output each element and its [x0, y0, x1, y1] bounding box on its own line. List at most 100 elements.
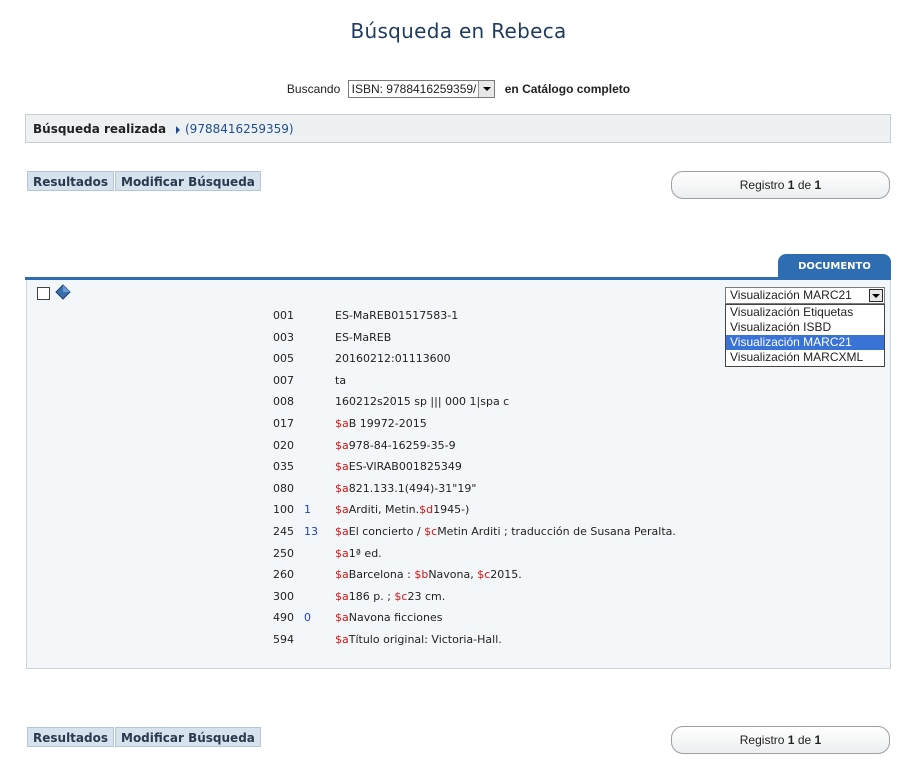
marc-subfield-value: 1ª ed.: [348, 547, 382, 560]
record-current: 1: [787, 733, 795, 747]
search-performed-bar: Búsqueda realizada (9788416259359): [25, 114, 891, 143]
marc-subfield-code: $c: [424, 525, 438, 538]
record-counter: Registro 1 de 1: [671, 171, 890, 199]
search-label: Buscando: [286, 82, 341, 96]
record-total: 1: [814, 733, 822, 747]
marc-field-content: $aES-VlRAB001825349: [335, 457, 462, 477]
view-option-etiquetas[interactable]: Visualización Etiquetas: [726, 305, 884, 320]
marc-field-content: $a186 p. ; $c23 cm.: [335, 587, 445, 607]
marc-subfield-code: $c: [394, 590, 408, 603]
results-button-bottom[interactable]: Resultados: [27, 727, 114, 747]
view-option-marcxml[interactable]: Visualización MARCXML: [726, 350, 884, 365]
marc-subfield-value: Barcelona :: [348, 568, 415, 581]
marc-tag: 008: [273, 395, 294, 408]
marc-subfield-value: ta: [335, 374, 347, 387]
search-performed-label: Búsqueda realizada: [33, 122, 167, 136]
record-of: de: [797, 178, 812, 192]
tab-documento[interactable]: DOCUMENTO: [778, 254, 891, 278]
record-total: 1: [814, 178, 822, 192]
marc-subfield-code: $d: [419, 503, 434, 516]
marc-subfield-value: B 19972-2015: [348, 417, 427, 430]
results-button[interactable]: Resultados: [27, 171, 114, 191]
marc-field-content: 20160212:01113600: [335, 349, 451, 369]
marc-subfield-code: $a: [335, 503, 349, 516]
view-option-isbd[interactable]: Visualización ISBD: [726, 320, 884, 335]
marc-subfield-value: Navona,: [428, 568, 478, 581]
marc-field-content: ES-MaREB01517583-1: [335, 306, 458, 326]
marc-subfield-code: $a: [335, 482, 349, 495]
view-format-select[interactable]: Visualización MARC21: [725, 287, 885, 304]
view-format-dropdown: Visualización Etiquetas Visualización IS…: [725, 304, 885, 367]
marc-subfield-code: $a: [335, 417, 349, 430]
page-title: Búsqueda en Rebeca: [350, 19, 567, 43]
modify-search-button[interactable]: Modificar Búsqueda: [115, 171, 261, 191]
chevron-down-icon[interactable]: [869, 289, 883, 302]
marc-field-content: $a978-84-16259-35-9: [335, 436, 456, 456]
search-scope: en Catálogo completo: [504, 82, 631, 96]
view-format-value: Visualización MARC21: [730, 288, 852, 302]
marc-tag: 005: [273, 352, 294, 365]
marc-subfield-code: $c: [477, 568, 491, 581]
marc-tag: 260: [273, 568, 294, 581]
marc-subfield-value: 1945-): [433, 503, 470, 516]
marc-subfield-value: 160212s2015 sp ||| 000 1|spa c: [335, 395, 510, 408]
marc-field-content: $aNavona ficciones: [335, 608, 442, 628]
marc-subfield-value: El concierto /: [348, 525, 425, 538]
marc-tag: 594: [273, 633, 294, 646]
marc-subfield-value: 2015.: [490, 568, 522, 581]
marc-field-content: 160212s2015 sp ||| 000 1|spa c: [335, 392, 509, 412]
select-record-checkbox[interactable]: [37, 287, 50, 300]
marc-subfield-value: ES-MaREB: [335, 331, 392, 344]
search-line: Buscando ISBN: 9788416259359/ en Catálog…: [0, 80, 917, 98]
marc-subfield-code: $a: [335, 547, 349, 560]
marc-subfield-code: $a: [335, 590, 349, 603]
marc-subfield-value: Arditi, Metin.: [348, 503, 420, 516]
caret-right-icon: [176, 125, 180, 134]
marc-subfield-code: $a: [335, 525, 349, 538]
book-icon: [55, 284, 71, 300]
marc-tag: 007: [273, 374, 294, 387]
marc-subfield-value: ES-MaREB01517583-1: [335, 309, 459, 322]
marc-field-content: $a821.133.1(494)-31"19": [335, 479, 476, 499]
marc-subfield-value: Metin Arditi ; traducción de Susana Pera…: [437, 525, 676, 538]
marc-indicator: 13: [304, 525, 318, 538]
marc-subfield-value: Navona ficciones: [348, 611, 443, 624]
marc-tag: 017: [273, 417, 294, 430]
marc-subfield-value: Título original: Victoria-Hall.: [348, 633, 502, 646]
marc-indicator: 0: [304, 611, 311, 624]
marc-indicator: 1: [304, 503, 311, 516]
marc-tag: 001: [273, 309, 294, 322]
marc-subfield-code: $a: [335, 633, 349, 646]
chevron-down-icon[interactable]: [478, 81, 495, 97]
marc-subfield-code: $a: [335, 439, 349, 452]
marc-tag: 245: [273, 525, 294, 538]
marc-tag: 490: [273, 611, 294, 624]
marc-subfield-code: $b: [414, 568, 429, 581]
marc-subfield-value: 978-84-16259-35-9: [348, 439, 456, 452]
record-of: de: [797, 733, 812, 747]
marc-field-content: $aBarcelona : $bNavona, $c2015.: [335, 565, 522, 585]
record-counter-bottom: Registro 1 de 1: [671, 726, 890, 754]
marc-field-content: ta: [335, 371, 346, 391]
marc-subfield-code: $a: [335, 460, 349, 473]
record-current: 1: [787, 178, 795, 192]
marc-tag: 020: [273, 439, 294, 452]
marc-subfield-value: 20160212:01113600: [335, 352, 451, 365]
view-option-marc21[interactable]: Visualización MARC21: [726, 335, 884, 350]
marc-subfield-code: $a: [335, 568, 349, 581]
marc-tag: 100: [273, 503, 294, 516]
marc-tag: 003: [273, 331, 294, 344]
search-performed-query[interactable]: (9788416259359): [176, 115, 294, 144]
marc-field-content: $aArditi, Metin.$d1945-): [335, 500, 469, 520]
marc-field-content: ES-MaREB: [335, 328, 391, 348]
marc-subfield-value: 23 cm.: [407, 590, 446, 603]
record-counter-prefix: Registro: [739, 178, 785, 192]
marc-tag: 250: [273, 547, 294, 560]
marc-subfield-code: $a: [335, 611, 349, 624]
marc-field-content: $aB 19972-2015: [335, 414, 427, 434]
search-performed-query-text[interactable]: (9788416259359): [185, 122, 294, 136]
marc-field-content: $aEl concierto / $cMetin Arditi ; traduc…: [335, 522, 676, 542]
search-select[interactable]: ISBN: 9788416259359/: [347, 80, 496, 98]
record-counter-prefix: Registro: [739, 733, 785, 747]
modify-search-button-bottom[interactable]: Modificar Búsqueda: [115, 727, 261, 747]
